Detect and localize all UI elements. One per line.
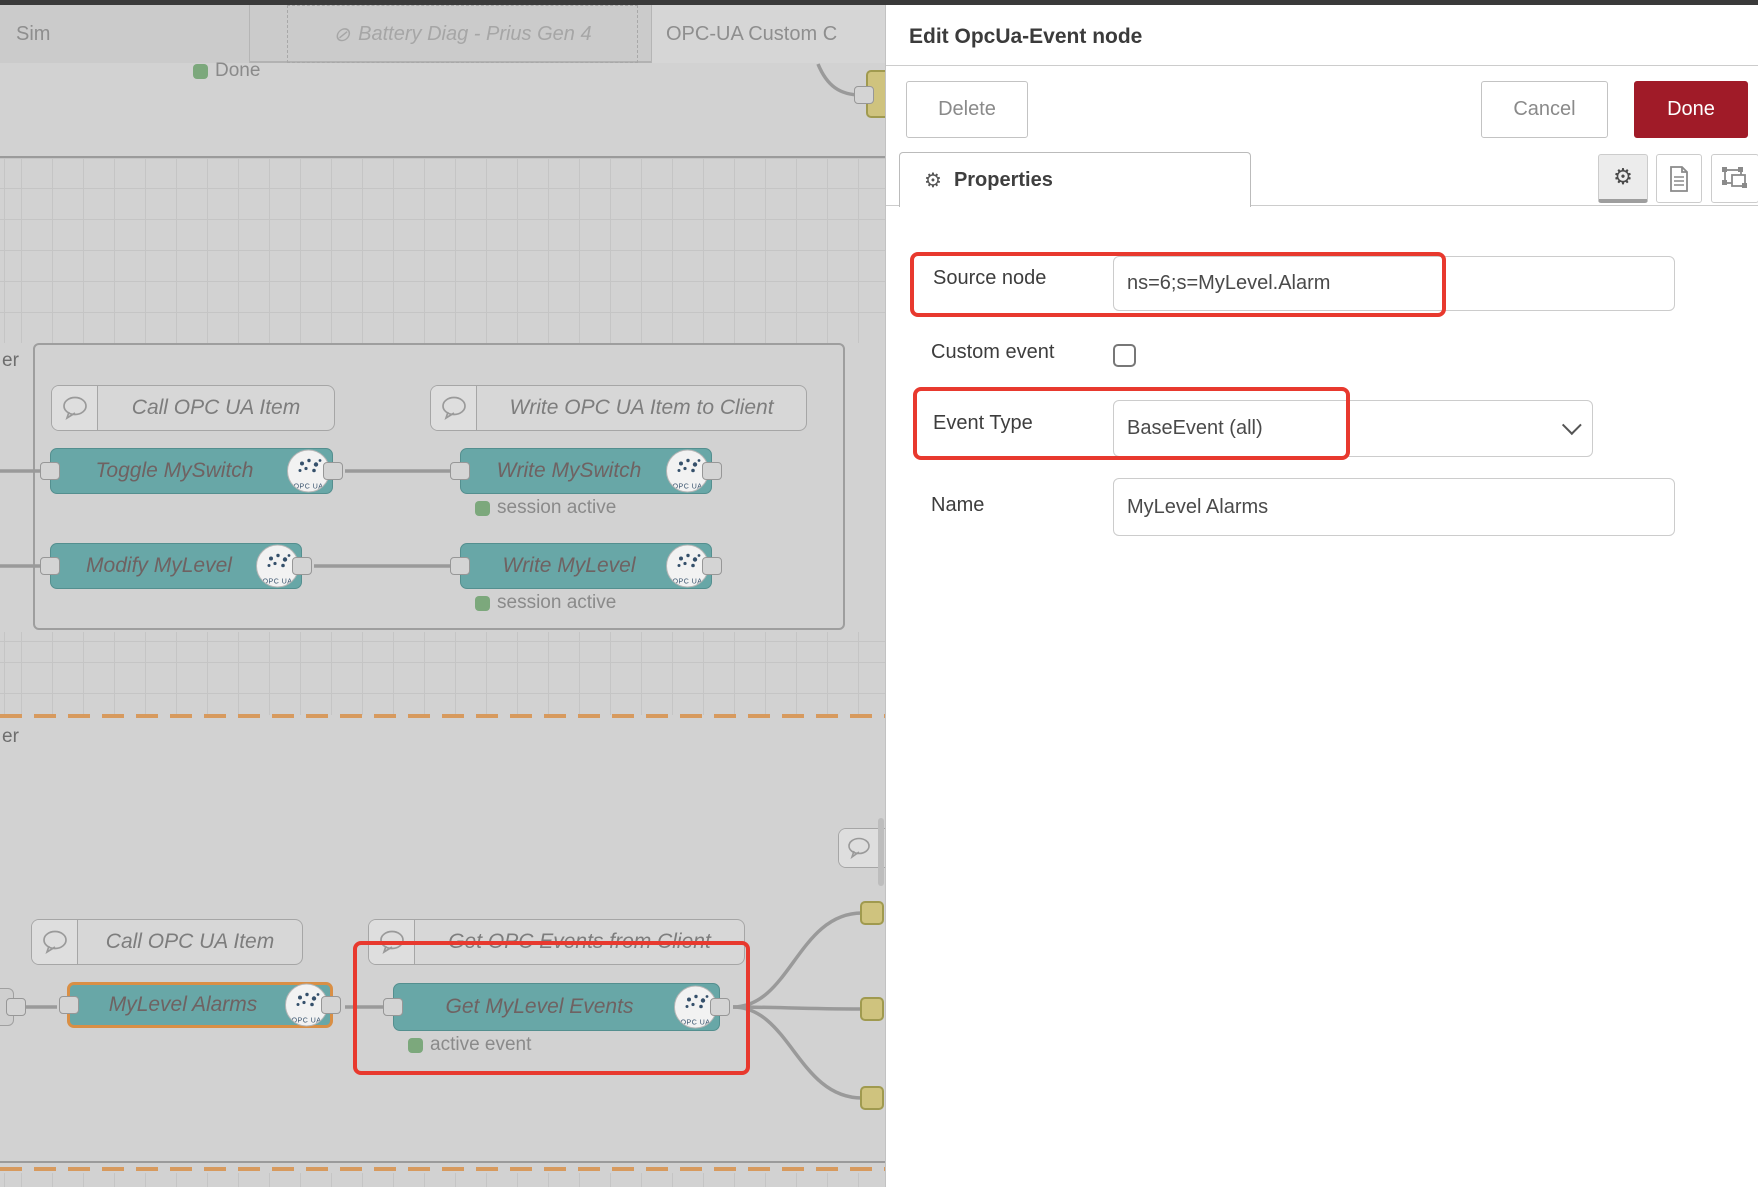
disabled-icon: ⊘: [333, 22, 350, 47]
comment-node[interactable]: Call OPC UA Item: [51, 385, 335, 431]
node-status: session active: [475, 497, 616, 519]
node-write-mylevel[interactable]: Write MyLevel OPC UA: [460, 543, 712, 589]
description-button[interactable]: [1656, 154, 1702, 203]
flow-tab-bar: Sim ⊘ Battery Diag - Prius Gen 4 OPC-UA …: [0, 5, 885, 63]
node-status: session active: [475, 592, 616, 614]
output-port[interactable]: [321, 996, 341, 1014]
appearance-button[interactable]: [1711, 154, 1758, 203]
window-top-strip: [0, 0, 1758, 5]
custom-event-label: Custom event: [931, 341, 1054, 364]
node-write-myswitch[interactable]: Write MySwitch OPC UA: [460, 448, 712, 494]
tab-label: Sim: [16, 23, 50, 46]
link-port[interactable]: [854, 86, 874, 104]
status-green-icon: [193, 64, 208, 79]
group-label-fragment-bottom: er: [2, 726, 19, 748]
tab-label: Properties: [954, 169, 1053, 192]
comment-label: Get OPC Events from Client: [415, 930, 744, 954]
edit-node-panel: Edit OpcUa-Event node Delete Cancel Done…: [885, 5, 1758, 1187]
link-node-stub[interactable]: [860, 901, 884, 925]
comment-node[interactable]: Write OPC UA Item to Client: [430, 385, 807, 431]
link-node-stub[interactable]: [860, 997, 884, 1021]
event-type-value: BaseEvent (all): [1127, 417, 1263, 440]
tab-properties[interactable]: ⚙ Properties: [899, 152, 1251, 207]
link-node-stub[interactable]: [860, 1086, 884, 1110]
input-port[interactable]: [40, 557, 60, 575]
canvas-scrollbar-thumb[interactable]: [878, 818, 884, 886]
gear-icon: ⚙: [924, 168, 942, 193]
group-label-fragment-top: er: [2, 350, 19, 372]
gear-icon: ⚙: [1613, 164, 1633, 190]
input-port[interactable]: [40, 462, 60, 480]
divider: [886, 65, 1758, 66]
source-node-label: Source node: [933, 267, 1046, 290]
output-port[interactable]: [323, 462, 343, 480]
delete-button[interactable]: Delete: [906, 81, 1028, 138]
tab-sim[interactable]: Sim: [0, 5, 250, 63]
status-green-icon: [475, 501, 490, 516]
output-port[interactable]: [6, 998, 26, 1016]
tab-opcua-custom[interactable]: OPC-UA Custom C: [651, 5, 885, 63]
document-icon: [1668, 166, 1690, 192]
input-port[interactable]: [59, 996, 79, 1014]
cancel-button[interactable]: Cancel: [1481, 81, 1608, 138]
speech-bubble-icon: [431, 386, 477, 430]
name-label: Name: [931, 494, 984, 517]
comment-node[interactable]: Get OPC Events from Client: [368, 919, 745, 965]
speech-bubble-icon: [52, 386, 98, 430]
comment-label: Write OPC UA Item to Client: [477, 396, 806, 420]
input-port[interactable]: [450, 557, 470, 575]
speech-bubble-icon: [32, 920, 78, 964]
output-port[interactable]: [702, 557, 722, 575]
speech-bubble-icon: [839, 829, 879, 867]
source-node-input[interactable]: [1113, 256, 1675, 311]
event-type-label: Event Type: [933, 412, 1033, 435]
event-type-select[interactable]: BaseEvent (all): [1113, 400, 1593, 457]
node-label: Get MyLevel Events: [394, 995, 719, 1019]
node-status-done: Done: [193, 60, 260, 82]
panel-title: Edit OpcUa-Event node: [909, 25, 1142, 49]
tab-battery-diag[interactable]: ⊘ Battery Diag - Prius Gen 4: [287, 5, 638, 63]
node-modify-mylevel[interactable]: Modify MyLevel OPC UA: [50, 543, 302, 589]
node-get-mylevel-events[interactable]: Get MyLevel Events OPC UA: [393, 983, 720, 1031]
node-status: active event: [408, 1034, 531, 1056]
custom-event-checkbox[interactable]: [1113, 344, 1136, 367]
chevron-down-icon: [1562, 415, 1582, 435]
comment-node[interactable]: Call OPC UA Item: [31, 919, 303, 965]
tab-label: OPC-UA Custom C: [666, 23, 837, 46]
input-port[interactable]: [450, 462, 470, 480]
output-port[interactable]: [710, 998, 730, 1016]
done-button[interactable]: Done: [1634, 81, 1748, 138]
tab-label: Battery Diag - Prius Gen 4: [358, 23, 591, 46]
status-green-icon: [408, 1038, 423, 1053]
input-port[interactable]: [383, 998, 403, 1016]
comment-label: Call OPC UA Item: [98, 396, 334, 420]
comment-label: Call OPC UA Item: [78, 930, 302, 954]
node-toggle-myswitch[interactable]: Toggle MySwitch OPC UA: [50, 448, 333, 494]
frame-selection-icon: [1721, 166, 1749, 192]
node-mylevel-alarms[interactable]: MyLevel Alarms OPC UA: [67, 982, 333, 1028]
output-port[interactable]: [702, 462, 722, 480]
edit-properties-button[interactable]: ⚙: [1598, 154, 1648, 203]
output-port[interactable]: [292, 557, 312, 575]
speech-bubble-icon: [369, 920, 415, 964]
name-input[interactable]: [1113, 478, 1675, 536]
status-green-icon: [475, 596, 490, 611]
